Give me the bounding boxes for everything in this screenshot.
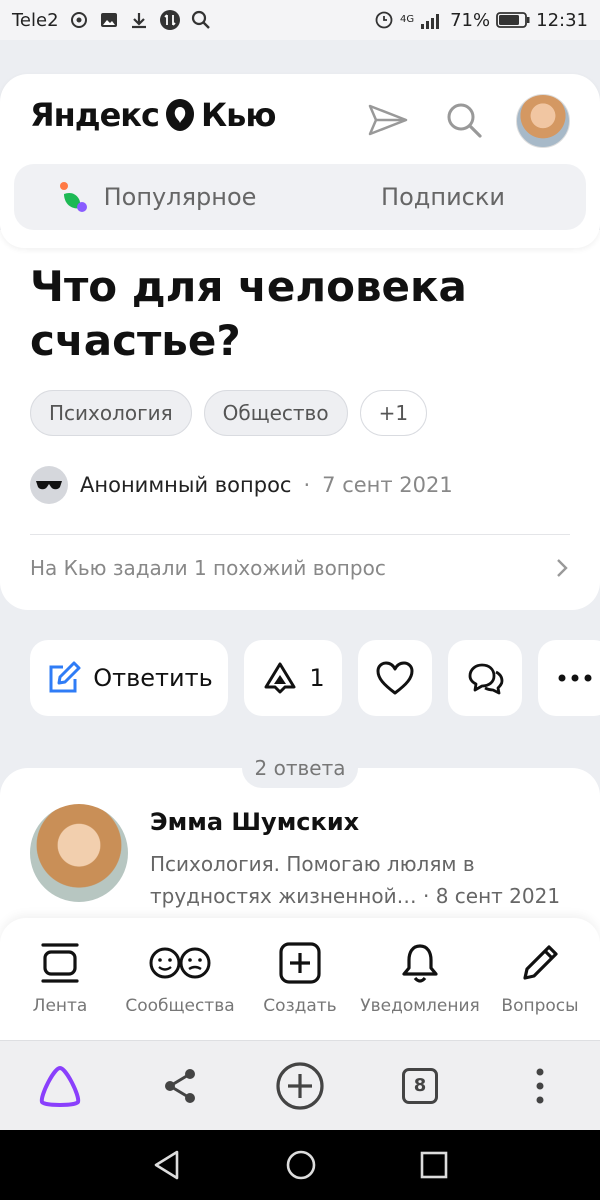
back-icon[interactable] <box>152 1149 182 1181</box>
answer-button[interactable]: Ответить <box>30 640 228 716</box>
search-button[interactable] <box>440 96 488 144</box>
tabs-counter-icon: 8 <box>402 1067 438 1104</box>
tag-psychology[interactable]: Психология <box>30 390 192 436</box>
carrier-label: Tele2 <box>12 9 59 31</box>
status-bar: Tele2 4G 71% 12:31 <box>0 0 600 40</box>
nav-notifications[interactable]: Уведомления <box>360 918 480 1040</box>
bell-icon <box>402 944 438 983</box>
comments-button[interactable] <box>448 640 522 716</box>
answer-author-name[interactable]: Эмма Шумских <box>150 808 359 836</box>
nav-questions-label: Вопросы <box>501 996 579 1016</box>
logo-text-yandex: Яндекс <box>30 96 160 134</box>
nav-communities[interactable]: Сообщества <box>120 918 240 1040</box>
send-icon <box>368 104 408 136</box>
upvote-count: 1 <box>309 664 325 692</box>
new-tab-button[interactable] <box>270 1056 330 1116</box>
search-icon <box>447 103 482 138</box>
edit-icon <box>49 661 81 693</box>
data-saver-icon <box>159 9 181 31</box>
answer-dot-separator: · <box>422 884 430 908</box>
feed-switcher: Популярное Подписки <box>14 164 586 230</box>
answers-count: 2 ответа <box>242 748 358 788</box>
alarm-icon <box>374 10 394 30</box>
background-band <box>0 40 600 74</box>
alice-button[interactable] <box>30 1056 90 1116</box>
feed-icon <box>41 943 79 983</box>
answer-author-avatar[interactable] <box>30 804 128 902</box>
home-icon[interactable] <box>285 1149 317 1181</box>
hotspot-icon <box>69 10 89 30</box>
tab-subscriptions-label: Подписки <box>381 183 505 211</box>
chevron-right-icon <box>557 559 568 577</box>
search-status-icon <box>191 10 211 30</box>
question-actions: Ответить 1 <box>30 640 600 716</box>
upvote-icon <box>264 662 296 694</box>
network-type: 4G <box>399 14 415 25</box>
more-actions-button[interactable] <box>538 640 600 716</box>
question-author: Анонимный вопрос · 7 сент 2021 <box>30 466 453 504</box>
tab-popular[interactable]: Популярное <box>14 164 300 230</box>
app-header: Яндекс Кью Популярное Подписки <box>0 74 600 248</box>
profile-avatar[interactable] <box>516 94 570 148</box>
anonymous-avatar-icon <box>30 466 68 504</box>
answer-button-label: Ответить <box>93 664 213 692</box>
battery-icon <box>496 11 530 29</box>
bottom-navigation: Лента Сообщества Создать Уведомления Воп… <box>0 918 600 1040</box>
nav-feed[interactable]: Лента <box>0 918 120 1040</box>
share-icon <box>165 1068 195 1103</box>
nav-create[interactable]: Создать <box>240 918 360 1040</box>
question-title: Что для человека счастье? <box>30 262 467 365</box>
system-navigation-bar <box>0 1130 600 1200</box>
browser-menu-button[interactable] <box>510 1056 570 1116</box>
similar-questions-link[interactable]: На Кью задали 1 похожий вопрос <box>30 548 570 588</box>
comments-icon <box>468 663 504 695</box>
gallery-icon <box>99 10 119 30</box>
recents-icon[interactable] <box>420 1151 448 1179</box>
tab-subscriptions[interactable]: Подписки <box>300 164 586 230</box>
yandex-q-logo[interactable]: Яндекс Кью <box>30 96 276 134</box>
more-tags-button[interactable]: +1 <box>359 390 428 436</box>
more-dots-icon <box>558 674 592 682</box>
nav-questions[interactable]: Вопросы <box>480 918 600 1040</box>
tag-list: Психология Общество +1 <box>30 390 428 436</box>
tag-society[interactable]: Общество <box>203 390 348 436</box>
plus-circle-icon <box>276 1061 324 1110</box>
divider <box>30 534 570 535</box>
share-send-button[interactable] <box>364 96 412 144</box>
answer-author-description: Психология. Помогаю люлям в трудностях ж… <box>150 848 570 912</box>
dot-separator: · <box>303 473 311 497</box>
popular-icon <box>59 182 87 212</box>
clock: 12:31 <box>536 9 588 31</box>
nav-feed-label: Лента <box>32 996 88 1016</box>
pencil-icon <box>523 945 558 980</box>
share-button[interactable] <box>150 1056 210 1116</box>
nav-notifications-label: Уведомления <box>360 996 480 1016</box>
battery-percent: 71% <box>450 9 491 31</box>
browser-toolbar: 8 <box>0 1040 600 1130</box>
heart-icon <box>376 661 414 695</box>
like-button[interactable] <box>358 640 432 716</box>
nav-communities-label: Сообщества <box>125 996 235 1016</box>
signal-icon <box>420 11 444 29</box>
communities-icon <box>149 947 211 979</box>
vertical-dots-icon <box>536 1068 544 1103</box>
author-name[interactable]: Анонимный вопрос <box>80 473 291 497</box>
logo-text-q: Кью <box>200 96 276 134</box>
tabs-button[interactable]: 8 <box>390 1056 450 1116</box>
download-icon <box>129 10 149 30</box>
question-date: 7 сент 2021 <box>322 473 453 497</box>
nav-create-label: Создать <box>263 996 337 1016</box>
logo-drop-icon <box>165 99 194 131</box>
create-icon <box>279 942 321 984</box>
question-card: Что для человека счастье? Психология Общ… <box>0 230 600 610</box>
tab-popular-label: Популярное <box>103 183 257 211</box>
similar-questions-label: На Кью задали 1 похожий вопрос <box>30 556 386 580</box>
upvote-button[interactable]: 1 <box>244 640 342 716</box>
answer-date: 8 сент 2021 <box>435 884 561 908</box>
alice-icon <box>39 1065 81 1107</box>
